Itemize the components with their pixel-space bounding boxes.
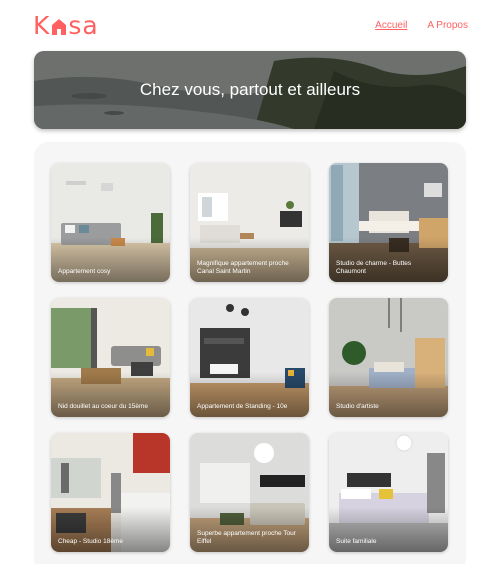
- logo-text-right: sa: [68, 10, 99, 40]
- main-nav: Accueil A Propos: [375, 20, 468, 31]
- listing-card[interactable]: Appartement de Standing - 10e: [190, 298, 309, 417]
- listing-card[interactable]: Suite familiale: [329, 433, 448, 552]
- listing-card[interactable]: Studio de charme - Buttes Chaumont: [329, 163, 448, 282]
- header: K sa Accueil A Propos: [0, 0, 500, 50]
- listing-card[interactable]: Cheap - Studio 18ème: [51, 433, 170, 552]
- listing-title: Appartement de Standing - 10e: [197, 403, 288, 410]
- nav-link-a-propos[interactable]: A Propos: [427, 20, 468, 31]
- gallery: Appartement cosy Magnifique appartement …: [34, 142, 466, 564]
- listing-title: Superbe appartement proche Tour Eiffel: [197, 530, 296, 545]
- listing-card[interactable]: Studio d'artiste: [329, 298, 448, 417]
- listing-card[interactable]: Appartement cosy: [51, 163, 170, 282]
- logo-text-left: K: [33, 10, 51, 40]
- listing-title: Appartement cosy: [58, 268, 111, 275]
- listing-title: Suite familiale: [336, 538, 377, 545]
- banner-title: Chez vous, partout et ailleurs: [139, 80, 361, 99]
- listing-title: Studio d'artiste: [336, 403, 379, 410]
- listing-title: Studio de charme - Buttes Chaumont: [336, 260, 412, 275]
- house-icon: [51, 18, 67, 36]
- listing-card[interactable]: Magnifique appartement proche Canal Sain…: [190, 163, 309, 282]
- listing-card[interactable]: Superbe appartement proche Tour Eiffel: [190, 433, 309, 552]
- hero-banner: Chez vous, partout et ailleurs: [34, 51, 466, 129]
- nav-link-accueil[interactable]: Accueil: [375, 20, 407, 31]
- logo[interactable]: K sa: [33, 10, 99, 40]
- listing-title: Nid douillet au coeur du 15ème: [58, 403, 148, 410]
- listing-title: Magnifique appartement proche Canal Sain…: [197, 260, 289, 275]
- listing-card[interactable]: Nid douillet au coeur du 15ème: [51, 298, 170, 417]
- listing-title: Cheap - Studio 18ème: [58, 538, 124, 545]
